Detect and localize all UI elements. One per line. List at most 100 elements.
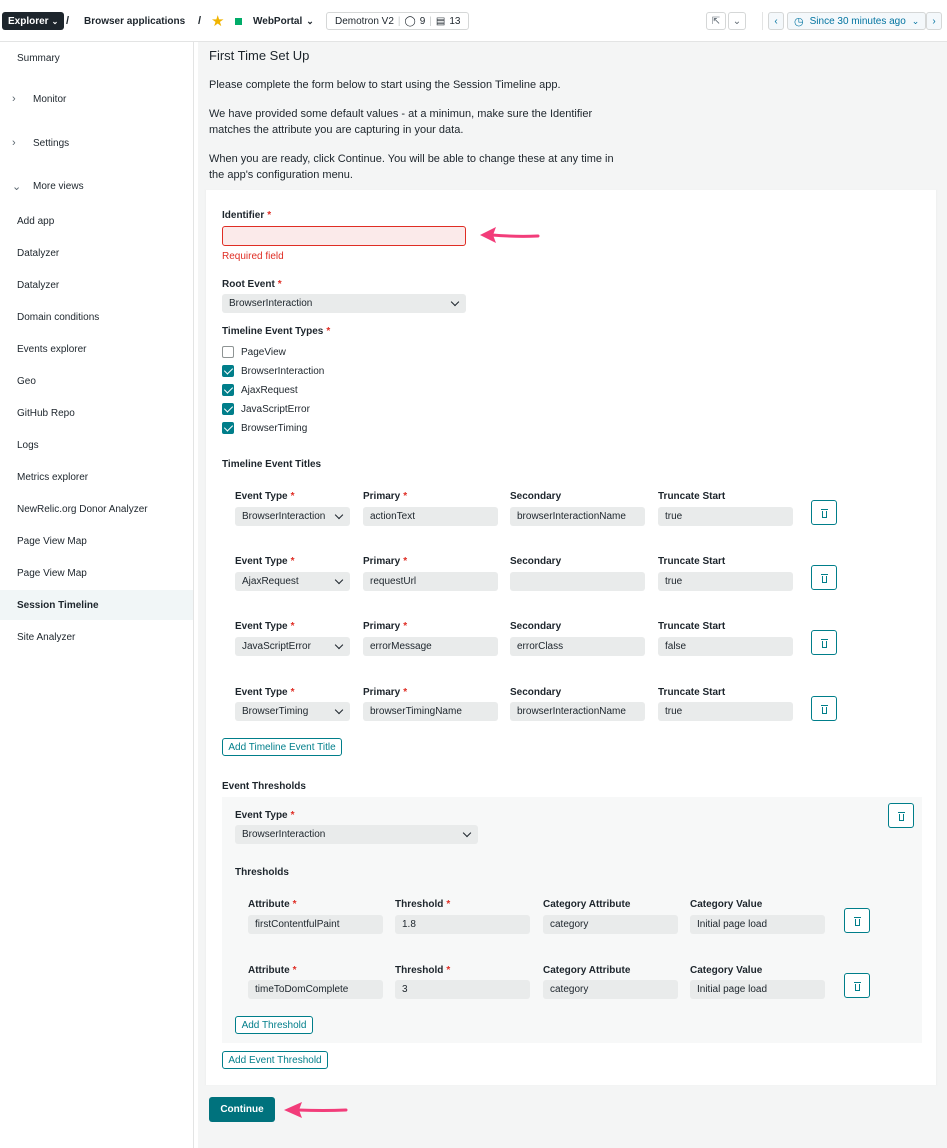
checkbox-pageview[interactable]: [222, 346, 234, 358]
checkbox-browserinteraction[interactable]: [222, 365, 234, 377]
explorer-menu-button[interactable]: Explorer ⌄: [2, 12, 65, 30]
event-type-label: Event Type *: [235, 556, 295, 567]
annotation-arrow-icon: [480, 227, 540, 243]
sidebar-item-session-timeline[interactable]: Session Timeline: [0, 590, 193, 620]
root-event-label: Root Event *: [222, 279, 282, 290]
root-event-select[interactable]: BrowserInteraction: [222, 294, 466, 313]
threshold-category-attribute-input[interactable]: category: [543, 980, 678, 999]
threshold-event-type-select[interactable]: BrowserInteraction: [235, 825, 478, 844]
continue-paragraph-line-1: When you are ready, click Continue. You …: [209, 153, 614, 165]
checkbox-ajaxrequest[interactable]: [222, 384, 234, 396]
time-next-chevron-icon[interactable]: ›: [926, 12, 942, 30]
sidebar-item-site-analyzer[interactable]: Site Analyzer: [0, 627, 193, 647]
chevron-down-icon: [462, 828, 472, 838]
chevron-down-icon: [334, 705, 344, 715]
checkbox-label-pageview: PageView: [241, 347, 286, 358]
trash-icon[interactable]: [811, 696, 837, 721]
add-threshold-button[interactable]: Add Threshold: [235, 1016, 313, 1034]
title-truncate-input[interactable]: true: [658, 702, 793, 721]
add-event-threshold-button[interactable]: Add Event Threshold: [222, 1051, 328, 1069]
trash-icon[interactable]: [888, 803, 914, 828]
continue-button[interactable]: Continue: [209, 1097, 275, 1122]
chevron-right-icon: ›: [12, 93, 16, 105]
threshold-category-value-input[interactable]: Initial page load: [690, 915, 825, 934]
entity-info-pill[interactable]: Demotron V2 | ◯ 9 | ▤ 13: [326, 12, 470, 30]
title-secondary-input[interactable]: [510, 572, 645, 591]
add-timeline-event-title-button[interactable]: Add Timeline Event Title: [222, 738, 342, 756]
time-previous-chevron-icon[interactable]: ‹: [768, 12, 784, 30]
timeline-event-titles-label: Timeline Event Titles: [222, 459, 322, 470]
title-event-type-select[interactable]: AjaxRequest: [235, 572, 350, 591]
threshold-event-type-label: Event Type *: [235, 810, 295, 821]
sidebar-item-geo[interactable]: Geo: [0, 371, 193, 391]
sidebar-item-label: Metrics explorer: [17, 471, 89, 483]
title-primary-input[interactable]: errorMessage: [363, 637, 498, 656]
sidebar-item-donor-analyzer[interactable]: NewRelic.org Donor Analyzer: [0, 499, 193, 519]
sidebar-item-events-explorer[interactable]: Events explorer: [0, 339, 193, 359]
sidebar-item-label: Add app: [17, 215, 55, 227]
sidebar-item-github-repo[interactable]: GitHub Repo: [0, 403, 193, 423]
chevron-right-icon: ›: [12, 137, 16, 149]
sidebar-item-domain-conditions[interactable]: Domain conditions: [0, 307, 193, 327]
trash-icon[interactable]: [811, 565, 837, 590]
title-secondary-input[interactable]: browserInteractionName: [510, 507, 645, 526]
chevron-down-icon: [334, 640, 344, 650]
threshold-category-value-input[interactable]: Initial page load: [690, 980, 825, 999]
category-attribute-label: Category Attribute: [543, 965, 631, 976]
checkbox-label-ajaxrequest: AjaxRequest: [241, 385, 298, 396]
truncate-start-label: Truncate Start: [658, 621, 726, 632]
sidebar-item-datalyzer[interactable]: Datalyzer: [0, 243, 193, 263]
trash-icon[interactable]: [844, 908, 870, 933]
threshold-label: Threshold *: [395, 965, 451, 976]
title-primary-input[interactable]: actionText: [363, 507, 498, 526]
app-name-dropdown[interactable]: WebPortal ⌄: [253, 12, 314, 30]
time-picker[interactable]: ◷ Since 30 minutes ago ⌄: [787, 12, 927, 30]
checkbox-browsertiming[interactable]: [222, 422, 234, 434]
title-secondary-input[interactable]: errorClass: [510, 637, 645, 656]
sidebar-item-logs[interactable]: Logs: [0, 435, 193, 455]
top-bar: Explorer ⌄ / Browser applications / ★ We…: [0, 0, 947, 42]
identifier-input[interactable]: [222, 226, 466, 246]
divider: [762, 12, 763, 30]
sidebar-item-metrics-explorer[interactable]: Metrics explorer: [0, 467, 193, 487]
title-secondary-input[interactable]: browserInteractionName: [510, 702, 645, 721]
truncate-start-label: Truncate Start: [658, 687, 726, 698]
title-truncate-input[interactable]: false: [658, 637, 793, 656]
sidebar-item-more-views[interactable]: ⌄ More views: [0, 176, 193, 196]
threshold-attribute-input[interactable]: timeToDomComplete: [248, 980, 383, 999]
sidebar-item-monitor[interactable]: › Monitor: [0, 89, 193, 109]
threshold-value-input[interactable]: 1.8: [395, 915, 530, 934]
sidebar-item-settings[interactable]: › Settings: [0, 133, 193, 153]
title-event-type-select[interactable]: BrowserTiming: [235, 702, 350, 721]
title-primary-input[interactable]: requestUrl: [363, 572, 498, 591]
share-icon[interactable]: ⇱: [706, 12, 726, 30]
trash-icon[interactable]: [811, 500, 837, 525]
sidebar-item-add-app[interactable]: Add app: [0, 211, 193, 231]
title-primary-input[interactable]: browserTimingName: [363, 702, 498, 721]
threshold-category-attribute-input[interactable]: category: [543, 915, 678, 934]
entities-count: 13: [449, 15, 461, 27]
title-event-type-select[interactable]: BrowserInteraction: [235, 507, 350, 526]
trash-icon[interactable]: [844, 973, 870, 998]
breadcrumb-browser-applications[interactable]: Browser applications: [84, 12, 185, 30]
threshold-value-input[interactable]: 3: [395, 980, 530, 999]
sidebar-item-page-view-map-2[interactable]: Page View Map: [0, 563, 193, 583]
sidebar-item-label: Summary: [17, 52, 60, 64]
divider: |: [397, 15, 401, 27]
tag-icon: ◯: [404, 15, 416, 27]
title-event-type-select[interactable]: JavaScriptError: [235, 637, 350, 656]
checkbox-javascripterror[interactable]: [222, 403, 234, 415]
trash-icon[interactable]: [811, 630, 837, 655]
title-truncate-input[interactable]: true: [658, 572, 793, 591]
sidebar-item-page-view-map[interactable]: Page View Map: [0, 531, 193, 551]
sidebar-item-datalyzer-2[interactable]: Datalyzer: [0, 275, 193, 295]
event-type-label: Event Type *: [235, 687, 295, 698]
title-truncate-input[interactable]: true: [658, 507, 793, 526]
sidebar-item-label: Page View Map: [17, 567, 87, 579]
threshold-attribute-input[interactable]: firstContentfulPaint: [248, 915, 383, 934]
sidebar-item-summary[interactable]: Summary: [0, 48, 193, 68]
sidebar-item-label: Geo: [17, 375, 36, 387]
sidebar-item-label: Page View Map: [17, 535, 87, 547]
share-menu-chevron-icon[interactable]: ⌄: [728, 12, 746, 30]
favorite-star-icon[interactable]: ★: [211, 12, 224, 30]
